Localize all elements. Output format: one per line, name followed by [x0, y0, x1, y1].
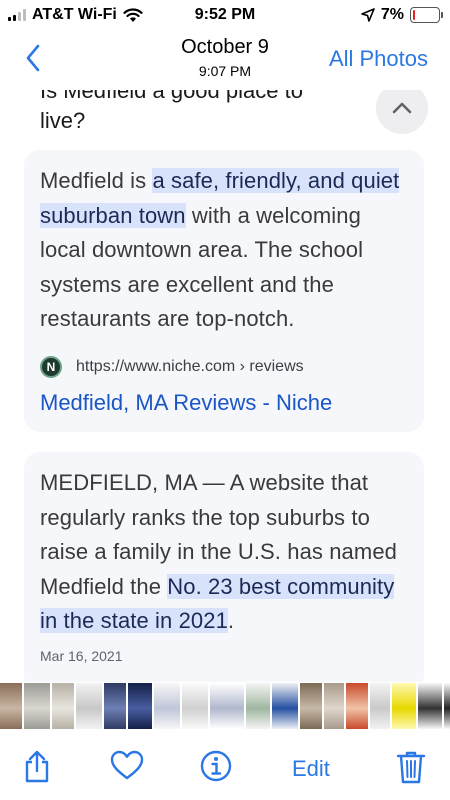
snippet-text: . — [227, 608, 235, 633]
photo-thumbnail[interactable] — [182, 683, 208, 729]
bottom-toolbar: Edit — [0, 730, 450, 800]
photo-thumbnail[interactable] — [272, 683, 298, 729]
photo-content: Is Medfield a good place to live? Medfie… — [0, 90, 450, 682]
heart-icon — [110, 750, 144, 780]
info-icon — [200, 750, 232, 782]
niche-favicon-icon: N — [40, 356, 62, 378]
search-result-card: Medfield is a safe, friendly, and quiet … — [24, 150, 424, 432]
photo-thumbnail[interactable] — [392, 683, 416, 729]
chevron-up-icon — [392, 102, 412, 114]
photo-thumbnail[interactable] — [154, 683, 180, 729]
trash-icon — [396, 751, 426, 784]
result-source: N https://www.niche.com › reviews — [40, 356, 304, 378]
photo-thumbnail[interactable] — [210, 683, 244, 729]
edit-label: Edit — [292, 756, 330, 781]
photo-thumbnail[interactable] — [24, 683, 50, 729]
status-right: 7% — [361, 6, 443, 24]
snippet-text: Medfield is — [40, 168, 153, 193]
photo-thumbnail[interactable] — [418, 683, 442, 729]
photo-thumbnail[interactable] — [246, 683, 270, 729]
share-icon — [25, 750, 49, 783]
search-question: Is Medfield a good place to live? — [40, 90, 303, 133]
location-arrow-icon — [361, 8, 375, 22]
photo-thumbnail[interactable] — [346, 683, 368, 729]
photo-thumbnail[interactable] — [104, 683, 126, 729]
delete-button[interactable] — [396, 750, 426, 784]
photo-thumbnail[interactable] — [370, 683, 390, 729]
photo-thumbnail[interactable] — [324, 683, 344, 729]
photo-thumbnail[interactable] — [76, 683, 102, 729]
status-bar: AT&T Wi-Fi 9:52 PM 7% — [0, 0, 450, 30]
photo-thumbnail[interactable] — [52, 683, 74, 729]
collapse-button — [376, 90, 428, 134]
favorite-button[interactable] — [110, 750, 144, 780]
photo-thumbnail[interactable] — [444, 683, 450, 729]
edit-button[interactable]: Edit — [292, 756, 330, 782]
photo-thumbnail[interactable] — [300, 683, 322, 729]
photo-thumbnail[interactable] — [0, 683, 22, 729]
photo-nav-bar: October 9 9:07 PM All Photos — [0, 30, 450, 90]
battery-icon — [410, 7, 443, 23]
result-link: Medfield, MA Reviews - Niche — [40, 390, 333, 415]
result-snippet: Medfield is a safe, friendly, and quiet … — [40, 164, 408, 337]
all-photos-button[interactable]: All Photos — [329, 46, 428, 72]
battery-percent: 7% — [380, 6, 404, 23]
info-button[interactable] — [200, 750, 232, 782]
result-snippet: MEDFIELD, MA — A website that regularly … — [40, 466, 408, 639]
share-button[interactable] — [22, 750, 52, 784]
result-date: Mar 16, 2021 — [40, 648, 123, 664]
battery-fill — [413, 10, 415, 20]
search-result-card: MEDFIELD, MA — A website that regularly … — [24, 452, 424, 682]
photo-thumbnail[interactable] — [128, 683, 152, 729]
source-url: https://www.niche.com › reviews — [76, 358, 304, 375]
thumbnail-strip[interactable] — [0, 682, 450, 730]
